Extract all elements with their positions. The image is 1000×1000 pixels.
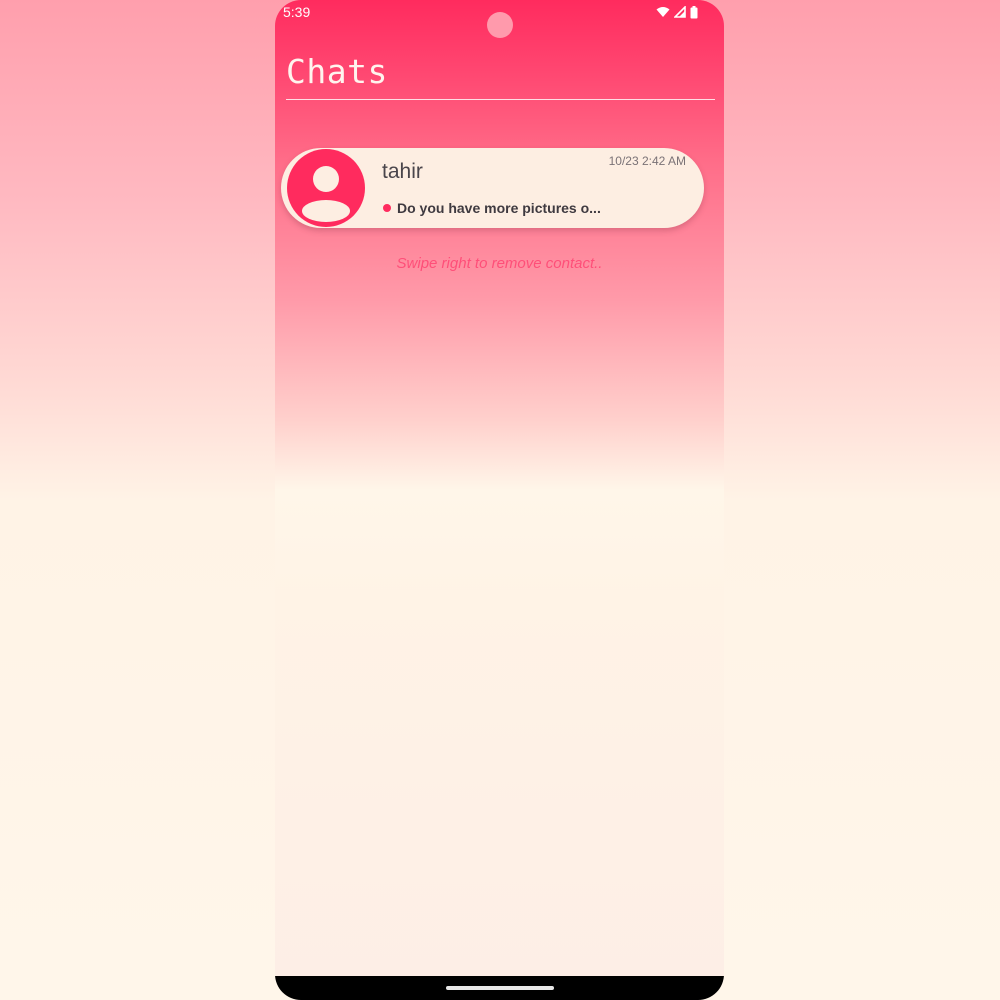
title-divider bbox=[286, 99, 715, 100]
home-indicator[interactable] bbox=[446, 986, 554, 990]
contact-name: tahir bbox=[382, 160, 423, 183]
status-icons bbox=[656, 5, 698, 19]
chat-list-item[interactable]: tahir 10/23 2:42 AM Do you have more pic… bbox=[281, 148, 704, 228]
message-timestamp: 10/23 2:42 AM bbox=[608, 154, 686, 168]
phone-screen: 5:39 Chats tahir 10/23 2:42 AM Do you ha… bbox=[275, 0, 724, 1000]
signal-icon bbox=[674, 6, 686, 18]
status-time: 5:39 bbox=[283, 4, 311, 20]
page-title: Chats bbox=[286, 52, 388, 91]
unread-indicator-icon bbox=[383, 204, 391, 212]
last-message-preview: Do you have more pictures o... bbox=[397, 200, 601, 216]
swipe-hint: Swipe right to remove contact.. bbox=[396, 255, 603, 272]
camera-cutout bbox=[487, 12, 513, 38]
person-avatar-icon bbox=[287, 149, 365, 227]
wifi-icon bbox=[656, 6, 670, 18]
navigation-bar bbox=[275, 976, 724, 1000]
battery-icon bbox=[690, 5, 698, 19]
